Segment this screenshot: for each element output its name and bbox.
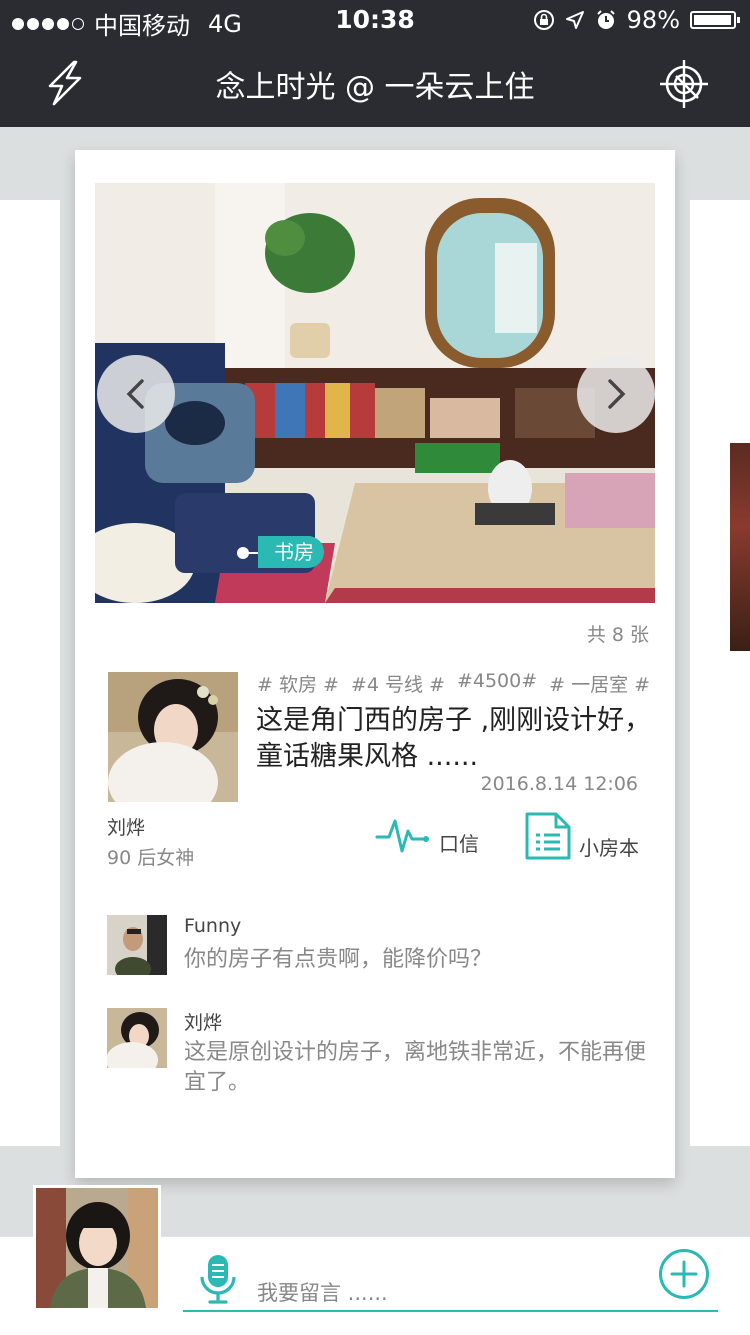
battery-percent: 98%: [626, 6, 680, 34]
photo-count: 共 8 张: [586, 624, 649, 646]
comment-avatar[interactable]: [107, 915, 167, 975]
author-avatar-image: [108, 672, 238, 802]
battery-fill: [694, 15, 732, 25]
microphone-icon[interactable]: [198, 1253, 238, 1305]
message-label: 口信: [439, 832, 479, 856]
post-timestamp: 2016.8.14 12:06: [480, 773, 639, 795]
comment-text: 你的房子有点贵啊，能降价吗？: [184, 947, 493, 972]
pulse-icon: [375, 819, 429, 853]
status-bar: 中国移动 4G 10:38 98%: [0, 0, 750, 40]
room-tag[interactable]: 书房: [258, 536, 324, 568]
listing-description: 这是角门西的房子 ,刚刚设计好，童话糖果风格 ......: [256, 705, 652, 772]
comment-input[interactable]: [255, 1274, 639, 1312]
nav-bar: 念上时光 @ 一朵云上住: [0, 40, 750, 127]
comment-text: 这是原创设计的房子，离地铁非常近，不能再便宜了。: [184, 1040, 647, 1095]
comment-author: 刘烨: [184, 1012, 223, 1034]
notebook-label: 小房本: [579, 836, 639, 860]
comment-input-underline: [183, 1310, 718, 1312]
my-avatar[interactable]: [33, 1185, 161, 1311]
tag-item[interactable]: #4 号线 #: [351, 670, 445, 697]
my-avatar-image: [36, 1188, 158, 1308]
tag-item[interactable]: # 软房 #: [257, 670, 339, 697]
battery-icon: [690, 11, 740, 29]
tag-list: # 软房 # #4 号线 # #4500# # 一居室 #: [257, 670, 650, 697]
document-icon: [525, 812, 571, 860]
status-right: 98%: [533, 6, 740, 34]
room-photo-image: [95, 183, 655, 603]
tag-item[interactable]: # 一居室 #: [549, 670, 650, 697]
author-avatar[interactable]: [108, 672, 238, 802]
page-title: 念上时光 @ 一朵云上住: [215, 70, 535, 105]
notebook-button[interactable]: 小房本: [523, 811, 639, 861]
crosshair-icon[interactable]: [658, 58, 710, 110]
previous-card[interactable]: [0, 200, 60, 1146]
next-photo-button[interactable]: [577, 355, 655, 433]
chevron-left-icon: [126, 379, 144, 409]
next-card-photo: [730, 443, 750, 651]
comment-avatar[interactable]: [107, 1008, 167, 1068]
tag-item[interactable]: #4500#: [457, 670, 537, 697]
location-icon: [565, 11, 584, 29]
chevron-right-icon: [608, 379, 626, 409]
rotation-lock-icon: [533, 10, 554, 30]
listing-card: 书房 共 8 张 刘烨 90 后女神 # 软房 # #4 号线 # #4500#…: [75, 150, 675, 1178]
comment-author: Funny: [184, 915, 242, 937]
author-subtitle: 90 后女神: [107, 847, 195, 869]
plus-circle-icon[interactable]: [658, 1248, 710, 1300]
room-photo[interactable]: [95, 183, 655, 603]
alarm-icon: [596, 10, 615, 29]
comment-avatar-image: [107, 1008, 167, 1068]
author-name: 刘烨: [107, 817, 146, 839]
comment-avatar-image: [107, 915, 167, 975]
next-card[interactable]: [690, 200, 750, 1146]
previous-photo-button[interactable]: [97, 355, 175, 433]
message-button[interactable]: 口信: [375, 811, 479, 857]
